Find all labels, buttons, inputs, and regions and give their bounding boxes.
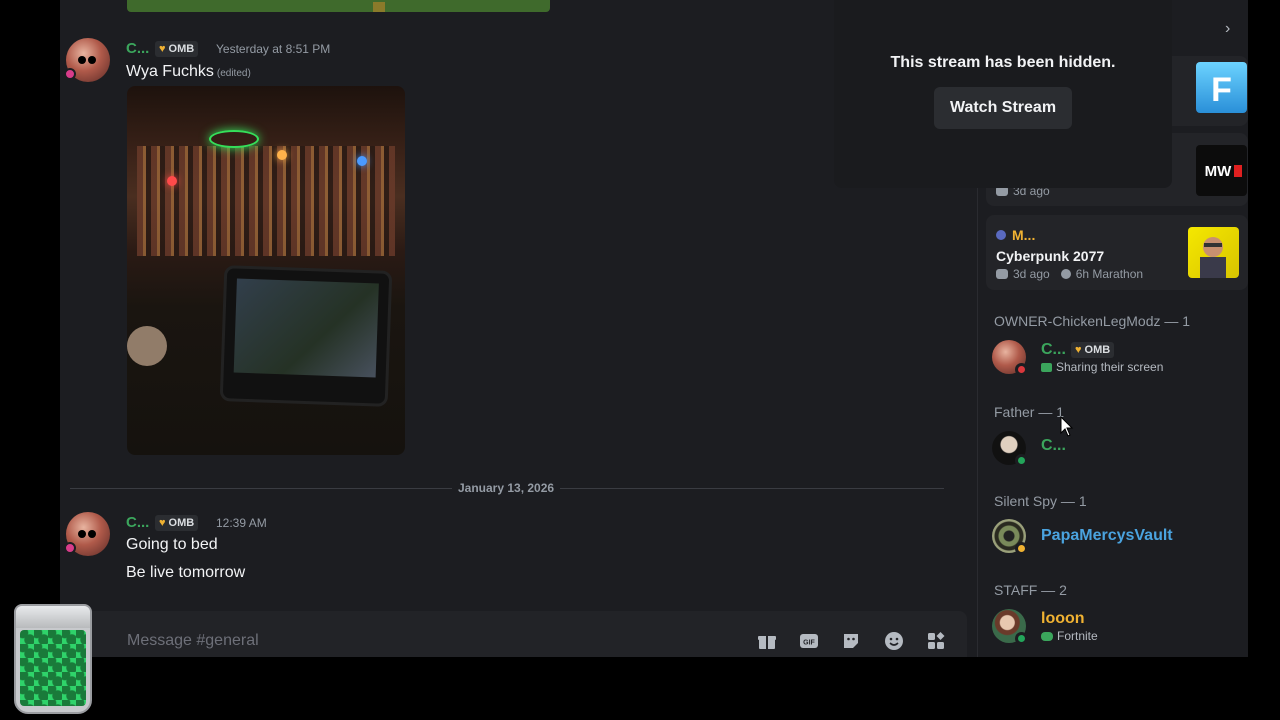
hand-illustration: [127, 326, 167, 366]
svg-text:MW: MW: [1205, 163, 1232, 180]
message-timestamp: Yesterday at 8:51 PM: [216, 42, 331, 56]
member-activity: Fortnite: [1041, 629, 1098, 643]
image-attachment[interactable]: [127, 86, 405, 455]
member-activity: Sharing their screen: [1041, 360, 1163, 374]
activity-time: 3d ago: [1013, 267, 1050, 281]
message-line: Wya Fuchks: [126, 63, 214, 80]
message-author[interactable]: C...: [126, 514, 149, 531]
avatar[interactable]: [64, 38, 110, 82]
message-author[interactable]: C...: [126, 40, 149, 57]
stream-preview: This stream has been hidden. Watch Strea…: [834, 0, 1172, 188]
edited-label: (edited): [216, 68, 251, 79]
heart-icon: ♥: [159, 517, 166, 529]
avatar: [992, 519, 1028, 555]
tablet-illustration: [219, 265, 393, 407]
role-label: OMB: [168, 517, 195, 529]
light-illustration: [357, 156, 367, 166]
message-line: Be live tomorrow: [126, 564, 246, 581]
member-name: C...: [1041, 341, 1066, 358]
discord-window: C... ♥ OMB Yesterday at 8:51 PM Wya Fuchk…: [0, 0, 1280, 720]
member-item[interactable]: PapaMercysVault: [992, 519, 1242, 561]
jar-rim: [16, 606, 90, 628]
emoji-icon[interactable]: [884, 631, 904, 651]
avatar[interactable]: [64, 512, 110, 556]
role-label: OMB: [1084, 344, 1111, 356]
activity-text: Sharing their screen: [1056, 360, 1164, 374]
online-status-icon: [1015, 454, 1028, 467]
jar-overlay-widget: [14, 604, 92, 714]
avatar: [992, 609, 1028, 645]
screen-share-icon: [1041, 362, 1052, 372]
role-badge[interactable]: ♥ OMB: [155, 41, 199, 57]
light-illustration: [277, 150, 287, 160]
svg-text:F: F: [1211, 71, 1232, 109]
user-icon: [996, 230, 1006, 240]
stream-hidden-message: This stream has been hidden.: [890, 54, 1116, 71]
neon-sign-illustration: [209, 130, 259, 148]
avatar: [992, 340, 1028, 376]
previous-image-attachment[interactable]: [127, 0, 550, 12]
dnd-status-icon: [1015, 363, 1028, 376]
idle-status-icon: [1015, 542, 1028, 555]
activity-user: M...: [996, 227, 1035, 243]
date-divider-label: January 13, 2026: [452, 481, 561, 495]
member-item[interactable]: looon Fortnite: [992, 609, 1242, 651]
fortnite-thumbnail: F: [1196, 62, 1247, 113]
avatar: [992, 431, 1028, 467]
member-name: looon: [1041, 610, 1085, 627]
role-badge: ♥ OMB: [1071, 342, 1115, 358]
role-section-title: STAFF — 2: [994, 582, 1067, 598]
jar-fill: [20, 630, 86, 706]
svg-text:GIF: GIF: [803, 640, 815, 647]
online-status-icon: [1015, 632, 1028, 645]
heart-icon: ♥: [1075, 344, 1082, 356]
member-item[interactable]: C...: [992, 431, 1242, 473]
role-section-title: Father — 1: [994, 404, 1065, 420]
activity-user-name: M...: [1012, 227, 1036, 243]
cyberpunk-thumbnail: [1188, 227, 1239, 278]
member-name: C...: [1041, 437, 1066, 454]
timer-icon: [1060, 269, 1071, 279]
activity-marathon: 6h Marathon: [1075, 267, 1144, 281]
message-text: Wya Fuchks (edited): [126, 63, 251, 81]
chevron-right-icon[interactable]: ›: [1225, 20, 1230, 38]
message-input[interactable]: [127, 630, 727, 652]
heart-icon: ♥: [159, 43, 166, 55]
role-section-title: OWNER-ChickenLegModz — 1: [994, 313, 1191, 329]
member-item[interactable]: C... ♥ OMB Sharing their screen: [992, 340, 1242, 382]
sticker-icon[interactable]: [841, 631, 861, 651]
gamepad-icon: [1041, 631, 1053, 641]
watch-stream-button[interactable]: Watch Stream: [934, 87, 1072, 129]
role-badge[interactable]: ♥ OMB: [155, 515, 199, 531]
activity-meta: 3d ago 6h Marathon: [996, 267, 1143, 281]
role-section-title: Silent Spy — 1: [994, 493, 1087, 509]
tablet-screen: [233, 278, 379, 378]
light-illustration: [167, 176, 177, 186]
role-label: OMB: [168, 43, 195, 55]
message-timestamp: 12:39 AM: [216, 516, 267, 530]
apps-icon[interactable]: [926, 631, 946, 651]
activity-game: Cyberpunk 2077: [996, 248, 1105, 264]
gif-icon[interactable]: GIF: [799, 631, 819, 651]
gift-icon[interactable]: [757, 631, 777, 651]
activity-card[interactable]: M... Cyberpunk 2077 3d ago 6h Marathon: [986, 215, 1248, 290]
activity-text: Fortnite: [1057, 629, 1098, 643]
game-thumbnail: MW: [1196, 145, 1247, 196]
message-line: Going to bed: [126, 536, 218, 553]
gamepad-icon: [996, 269, 1008, 279]
message-composer: GIF: [83, 611, 967, 657]
mouse-cursor-icon: [1060, 416, 1074, 437]
member-name: PapaMercysVault: [1041, 527, 1173, 544]
